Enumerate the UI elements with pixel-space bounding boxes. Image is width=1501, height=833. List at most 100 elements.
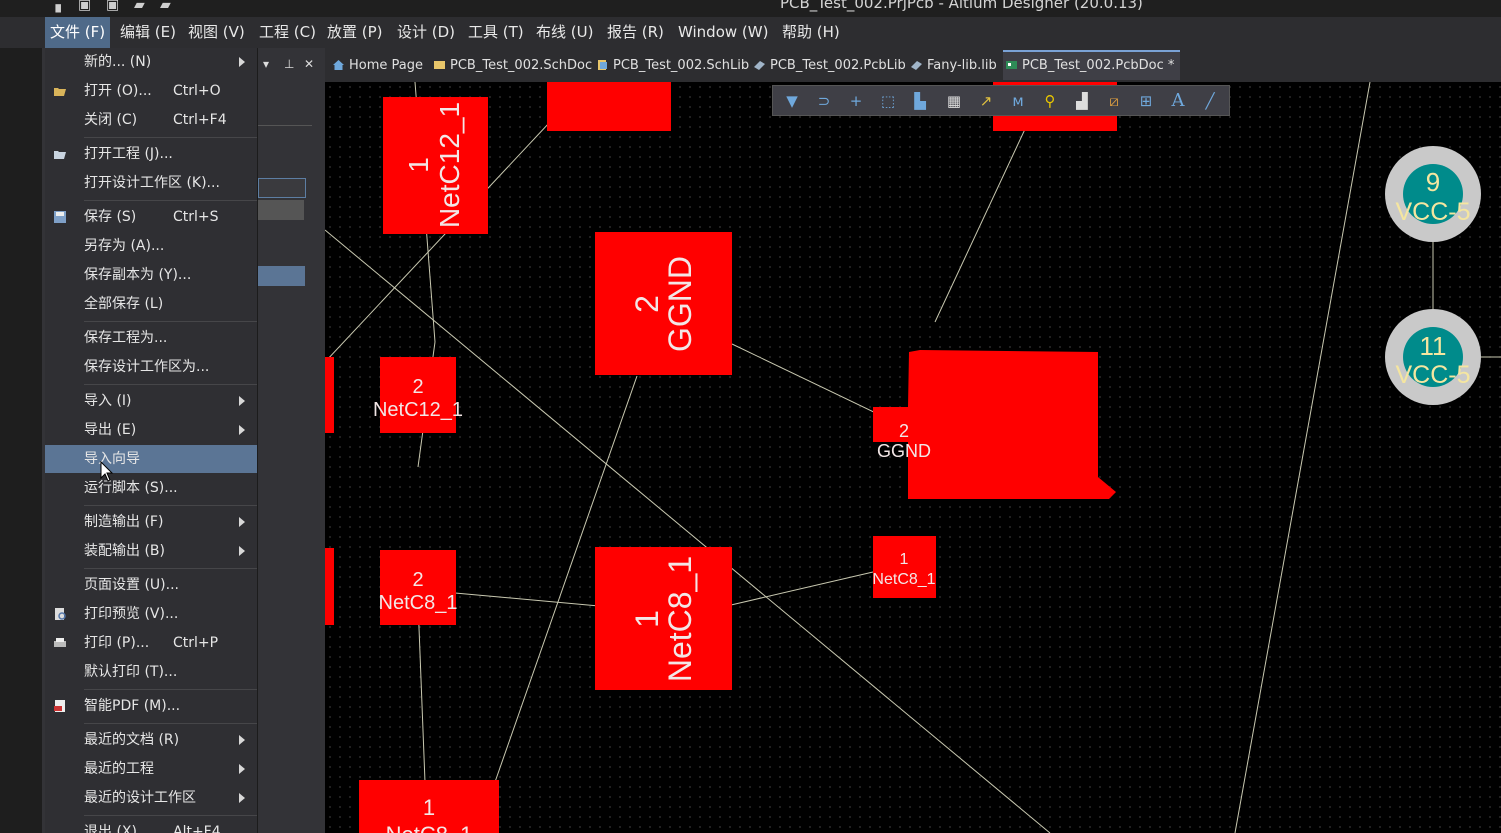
select-rect-icon[interactable]: ⬚ bbox=[879, 92, 897, 110]
menu-separator bbox=[84, 815, 257, 816]
submenu-arrow-icon bbox=[239, 57, 245, 67]
crosshair-icon[interactable]: + bbox=[847, 92, 865, 110]
submenu-arrow-icon bbox=[239, 793, 245, 803]
pad-net: NetC8_1 bbox=[872, 571, 935, 588]
menu-item-save-as[interactable]: 另存为 (A)... bbox=[45, 232, 257, 260]
menu-item-open-workspace[interactable]: 打开设计工作区 (K)... bbox=[45, 169, 257, 197]
menu-edit[interactable]: 编辑 (E) bbox=[115, 17, 181, 48]
menu-item-close[interactable]: 关闭 (C) Ctrl+F4 bbox=[45, 106, 257, 134]
pad-netc8-1-large[interactable]: 1 NetC8_1 bbox=[595, 547, 732, 690]
menu-item-recent-projects[interactable]: 最近的工程 bbox=[45, 755, 257, 783]
menu-separator bbox=[84, 137, 257, 138]
menu-item-save-workspace-as[interactable]: 保存设计工作区为... bbox=[45, 353, 257, 381]
panel-dropdown-icon[interactable]: ▾ bbox=[263, 57, 269, 71]
panel-pin-icon[interactable]: ⊥ bbox=[284, 57, 294, 71]
component-icon[interactable]: ▦ bbox=[945, 92, 963, 110]
filter-icon[interactable]: ▼ bbox=[783, 92, 801, 110]
menu-item-page-setup[interactable]: 页面设置 (U)... bbox=[45, 571, 257, 599]
menu-project[interactable]: 工程 (C) bbox=[254, 17, 321, 48]
menu-item-exit[interactable]: 退出 (X) Alt+F4 bbox=[45, 818, 257, 833]
menu-item-recent-documents[interactable]: 最近的文档 (R) bbox=[45, 726, 257, 754]
menu-item-open[interactable]: 打开 (O)... Ctrl+O bbox=[45, 77, 257, 105]
menu-route[interactable]: 布线 (U) bbox=[531, 17, 598, 48]
pad-number: 2 bbox=[899, 421, 909, 441]
submenu-arrow-icon bbox=[239, 396, 245, 406]
pad-pin-icon[interactable]: ⚲ bbox=[1041, 92, 1059, 110]
panel-field[interactable] bbox=[258, 200, 304, 220]
pad-ggnd-component[interactable]: 2 GGND bbox=[873, 350, 1116, 499]
menu-window[interactable]: Window (W) bbox=[673, 17, 773, 48]
panel-close-icon[interactable]: ✕ bbox=[304, 57, 314, 71]
polygon-fill-icon[interactable]: ▟ bbox=[1073, 92, 1091, 110]
via-9[interactable]: 9 VCC-5 bbox=[1385, 146, 1481, 242]
tab-pcblib[interactable]: PCB_Test_002.PcbLib bbox=[751, 52, 906, 80]
open-project-icon[interactable]: ▰ bbox=[160, 0, 171, 13]
tab-label: PCB_Test_002.PcbDoc * bbox=[1022, 58, 1175, 73]
panel-search-field[interactable] bbox=[258, 178, 306, 198]
bar-chart-icon[interactable]: ▙ bbox=[911, 92, 929, 110]
menu-item-save[interactable]: 保存 (S) Ctrl+S bbox=[45, 203, 257, 231]
pcb-editor-canvas[interactable]: 9 VCC-5 11 VCC-5 1 NetC12_1 2 GGND 2 Net… bbox=[325, 82, 1501, 833]
pad-number: 2 bbox=[412, 569, 423, 591]
pad-netc12-1-small[interactable]: 2 NetC12_1 bbox=[373, 357, 463, 433]
panel-divider bbox=[258, 125, 312, 126]
pad-top-partial[interactable] bbox=[547, 82, 671, 131]
tab-schdoc[interactable]: PCB_Test_002.SchDoc bbox=[431, 52, 592, 80]
menu-item-new[interactable]: 新的... (N) bbox=[45, 48, 257, 76]
diff-pair-icon[interactable]: ᴍ bbox=[1009, 92, 1027, 110]
menu-item-open-project[interactable]: 打开工程 (J)... bbox=[45, 140, 257, 168]
menu-item-run-script[interactable]: 运行脚本 (S)... bbox=[45, 474, 257, 502]
menu-view[interactable]: 视图 (V) bbox=[183, 17, 250, 48]
panel-selected-row[interactable] bbox=[258, 266, 305, 286]
menu-item-print-preview[interactable]: 打印预览 (V)... bbox=[45, 600, 257, 628]
pad-ggnd-large[interactable]: 2 GGND bbox=[595, 232, 732, 375]
via-11[interactable]: 11 VCC-5 bbox=[1385, 309, 1481, 405]
save-icon[interactable]: ▣ bbox=[78, 0, 91, 13]
menu-item-assembly-outputs[interactable]: 装配输出 (B) bbox=[45, 537, 257, 565]
menu-item-save-copy-as[interactable]: 保存副本为 (Y)... bbox=[45, 261, 257, 289]
menu-item-recent-workspaces[interactable]: 最近的设计工作区 bbox=[45, 784, 257, 812]
via-number: 9 bbox=[1426, 167, 1440, 197]
menu-item-smart-pdf[interactable]: 智能PDF (M)... bbox=[45, 692, 257, 720]
tab-fany-lib[interactable]: Fany-lib.lib bbox=[908, 52, 997, 80]
menu-design[interactable]: 设计 (D) bbox=[392, 17, 460, 48]
menu-file[interactable]: 文件 (F) bbox=[45, 17, 111, 48]
string-position-icon[interactable]: ⊞ bbox=[1137, 92, 1155, 110]
text-icon[interactable]: A bbox=[1169, 92, 1187, 110]
line-icon[interactable]: ╱ bbox=[1201, 92, 1219, 110]
menu-tools[interactable]: 工具 (T) bbox=[463, 17, 529, 48]
menu-item-import[interactable]: 导入 (I) bbox=[45, 387, 257, 415]
menu-item-default-print[interactable]: 默认打印 (T)... bbox=[45, 658, 257, 686]
dimension-icon[interactable]: ⧄ bbox=[1105, 92, 1123, 110]
menu-item-save-all[interactable]: 全部保存 (L) bbox=[45, 290, 257, 318]
title-bar: ▗ ▣ ▣ ▰ ▰ PCB_Test_002.PrjPcb - Altium D… bbox=[0, 0, 1501, 17]
pad-left-partial[interactable] bbox=[325, 357, 334, 433]
menu-separator bbox=[84, 200, 257, 201]
menu-item-import-wizard[interactable]: 导入向导 bbox=[45, 445, 257, 473]
logo-icon: ▗ bbox=[50, 0, 61, 13]
pad-netc8-1-small[interactable]: 2 NetC8_1 bbox=[379, 550, 458, 625]
menu-help[interactable]: 帮助 (H) bbox=[777, 17, 845, 48]
pad-netc8-1-tiny[interactable]: 1 NetC8_1 bbox=[872, 536, 936, 598]
menu-item-save-project-as[interactable]: 保存工程为... bbox=[45, 324, 257, 352]
pad-left-partial[interactable] bbox=[325, 548, 334, 625]
open-icon[interactable]: ▰ bbox=[134, 0, 145, 13]
menu-item-export[interactable]: 导出 (E) bbox=[45, 416, 257, 444]
via-net: VCC-5 bbox=[1395, 198, 1470, 226]
window-title: PCB_Test_002.PrjPcb - Altium Designer (2… bbox=[780, 0, 1143, 12]
save-all-icon[interactable]: ▣ bbox=[106, 0, 119, 13]
left-dock-strip bbox=[0, 48, 42, 833]
pad-netc12-1-large[interactable]: 1 NetC12_1 bbox=[383, 97, 488, 234]
interactive-route-icon[interactable]: ↗ bbox=[977, 92, 995, 110]
tab-schlib[interactable]: PCB_Test_002.SchLib bbox=[594, 52, 749, 80]
pad-netc8-1-bottom[interactable]: 1 NetC8_1 bbox=[359, 780, 499, 833]
route-magnet-icon[interactable]: ⊃ bbox=[815, 92, 833, 110]
menu-item-print[interactable]: 打印 (P)... Ctrl+P bbox=[45, 629, 257, 657]
pad-number: 1 bbox=[423, 795, 435, 820]
tab-pcbdoc[interactable]: PCB_Test_002.PcbDoc * bbox=[1003, 50, 1181, 80]
menu-item-fabrication-outputs[interactable]: 制造输出 (F) bbox=[45, 508, 257, 536]
menu-place[interactable]: 放置 (P) bbox=[322, 17, 388, 48]
menu-reports[interactable]: 报告 (R) bbox=[602, 17, 669, 48]
submenu-arrow-icon bbox=[239, 425, 245, 435]
tab-home-page[interactable]: Home Page bbox=[330, 52, 423, 80]
